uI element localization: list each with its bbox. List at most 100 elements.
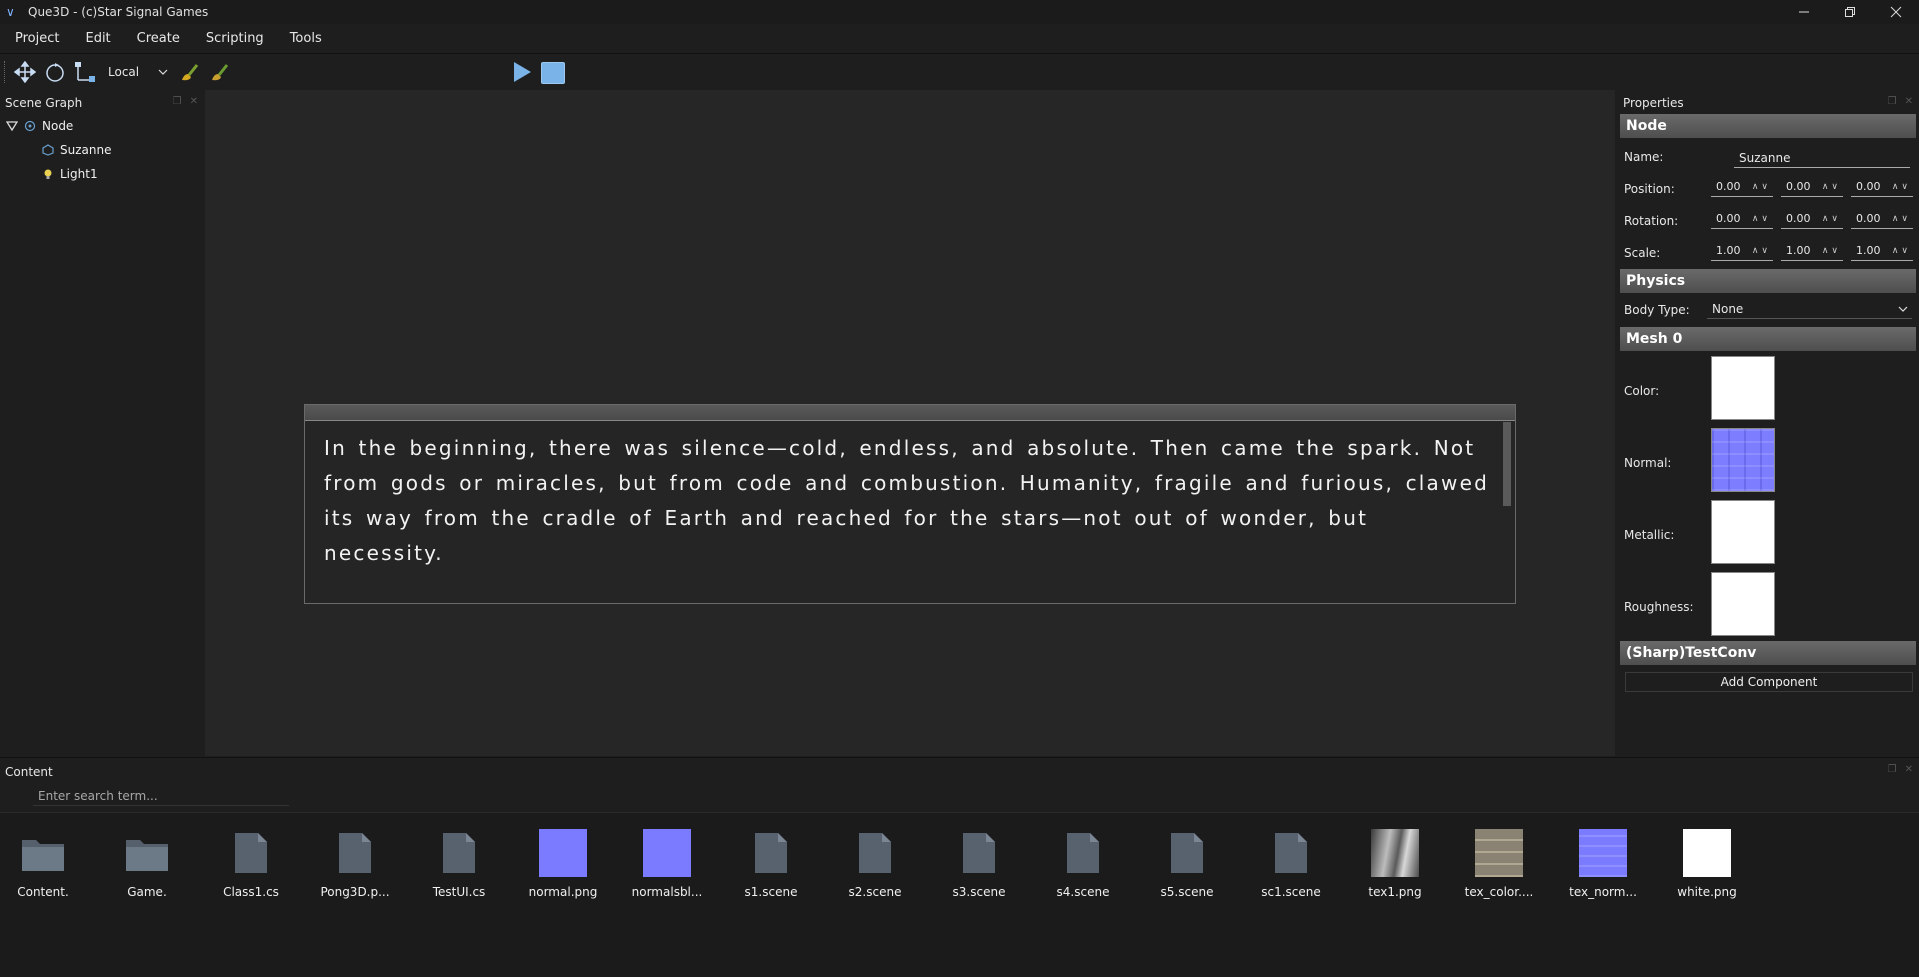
- close-button[interactable]: [1873, 0, 1919, 24]
- paint-tool-button[interactable]: [176, 59, 202, 85]
- spin-arrows-icon[interactable]: ∧∨: [1752, 214, 1773, 224]
- asset-item[interactable]: tex_norm...: [1551, 829, 1655, 909]
- asset-item[interactable]: Class1.cs: [199, 829, 303, 909]
- mesh-icon: [42, 144, 54, 156]
- asset-item[interactable]: tex1.png: [1343, 829, 1447, 909]
- rotation-x-spinbox[interactable]: 0.00 ∧∨: [1711, 209, 1773, 229]
- asset-item[interactable]: Game.: [95, 829, 199, 909]
- rotation-z-spinbox[interactable]: 0.00 ∧∨: [1851, 209, 1913, 229]
- tree-item-label: Light1: [60, 167, 98, 181]
- play-icon: [514, 62, 531, 82]
- menu-scripting[interactable]: Scripting: [197, 24, 281, 54]
- content-search-input[interactable]: Enter search term...: [33, 786, 289, 806]
- tree-item-node[interactable]: Node: [6, 116, 73, 136]
- tree-item-light1[interactable]: Light1: [42, 164, 98, 184]
- mesh-section-header[interactable]: Mesh 0: [1620, 327, 1916, 351]
- stop-button[interactable]: [541, 62, 565, 84]
- scale-y-spinbox[interactable]: 1.00 ∧∨: [1781, 241, 1843, 261]
- tree-item-label: Suzanne: [60, 143, 112, 157]
- physics-section-header[interactable]: Physics: [1620, 269, 1916, 293]
- move-tool-button[interactable]: [12, 59, 38, 85]
- close-icon[interactable]: ✕: [190, 96, 198, 107]
- spin-arrows-icon[interactable]: ∧∨: [1822, 182, 1843, 192]
- asset-label: white.png: [1677, 885, 1737, 899]
- position-y-spinbox[interactable]: 0.00 ∧∨: [1781, 177, 1843, 197]
- script-section-header[interactable]: (Sharp)TestConv: [1620, 641, 1916, 665]
- asset-item[interactable]: s5.scene: [1135, 829, 1239, 909]
- file-icon: [1059, 829, 1107, 877]
- dialog-text-box: In the beginning, there was silence—cold…: [304, 404, 1516, 604]
- position-x-spinbox[interactable]: 0.00 ∧∨: [1711, 177, 1773, 197]
- color-texture-slot[interactable]: [1711, 356, 1775, 420]
- minimize-button[interactable]: [1781, 0, 1827, 24]
- asset-label: Content.: [17, 885, 69, 899]
- roughness-texture-slot[interactable]: [1711, 572, 1775, 636]
- menu-tools[interactable]: Tools: [281, 24, 339, 54]
- asset-item[interactable]: s3.scene: [927, 829, 1031, 909]
- spin-arrows-icon[interactable]: ∧∨: [1822, 246, 1843, 256]
- asset-item[interactable]: tex_color....: [1447, 829, 1551, 909]
- spin-arrows-icon[interactable]: ∧∨: [1892, 214, 1913, 224]
- minimize-icon: [1799, 11, 1809, 13]
- scene-graph-header: Scene Graph: [5, 92, 200, 114]
- spin-arrows-icon[interactable]: ∧∨: [1752, 182, 1773, 192]
- asset-label: s5.scene: [1160, 885, 1214, 899]
- file-icon: [1267, 829, 1315, 877]
- name-field[interactable]: Suzanne: [1734, 148, 1910, 168]
- light-icon: [44, 169, 52, 179]
- asset-label: s4.scene: [1056, 885, 1110, 899]
- asset-item[interactable]: s1.scene: [719, 829, 823, 909]
- rotation-y-spinbox[interactable]: 0.00 ∧∨: [1781, 209, 1843, 229]
- body-type-label: Body Type:: [1624, 303, 1690, 317]
- chevron-down-icon: [158, 69, 168, 75]
- asset-item[interactable]: TestUI.cs: [407, 829, 511, 909]
- scale-z-spinbox[interactable]: 1.00 ∧∨: [1851, 241, 1913, 261]
- metallic-texture-slot[interactable]: [1711, 500, 1775, 564]
- node-section-header[interactable]: Node: [1620, 114, 1916, 138]
- position-z-value: 0.00: [1856, 180, 1881, 193]
- asset-item[interactable]: sc1.scene: [1239, 829, 1343, 909]
- transform-space-select[interactable]: Local: [104, 61, 172, 83]
- spin-arrows-icon[interactable]: ∧∨: [1892, 182, 1913, 192]
- scale-x-spinbox[interactable]: 1.00 ∧∨: [1711, 241, 1773, 261]
- body-type-select[interactable]: None: [1707, 299, 1912, 319]
- window-controls: [1781, 0, 1919, 24]
- asset-item[interactable]: normalsbl...: [615, 829, 719, 909]
- rotate-icon: [46, 63, 64, 82]
- spin-arrows-icon[interactable]: ∧∨: [1752, 246, 1773, 256]
- asset-item[interactable]: s4.scene: [1031, 829, 1135, 909]
- toolbar-grip[interactable]: [4, 61, 8, 83]
- paint-alt-tool-button[interactable]: [206, 59, 232, 85]
- tree-item-suzanne[interactable]: Suzanne: [42, 140, 111, 160]
- name-label: Name:: [1624, 150, 1664, 164]
- asset-item[interactable]: Content.: [0, 829, 95, 909]
- asset-item[interactable]: white.png: [1655, 829, 1759, 909]
- spin-arrows-icon[interactable]: ∧∨: [1892, 246, 1913, 256]
- menu-project[interactable]: Project: [6, 24, 76, 54]
- rotate-tool-button[interactable]: [42, 59, 68, 85]
- scale-tool-button[interactable]: [72, 59, 98, 85]
- float-icon[interactable]: ❐: [1888, 764, 1897, 775]
- normal-texture-slot[interactable]: [1711, 428, 1775, 492]
- spin-arrows-icon[interactable]: ∧∨: [1822, 214, 1843, 224]
- dialog-text-header: [305, 405, 1515, 421]
- asset-item[interactable]: normal.png: [511, 829, 615, 909]
- app-logo-icon: ∨: [6, 5, 15, 19]
- asset-item[interactable]: s2.scene: [823, 829, 927, 909]
- add-component-button[interactable]: Add Component: [1625, 672, 1913, 692]
- menu-edit[interactable]: Edit: [76, 24, 127, 54]
- position-z-spinbox[interactable]: 0.00 ∧∨: [1851, 177, 1913, 197]
- float-icon[interactable]: ❐: [1888, 96, 1897, 107]
- asset-item[interactable]: Pong3D.p...: [303, 829, 407, 909]
- close-icon[interactable]: ✕: [1905, 96, 1913, 107]
- play-button[interactable]: [510, 59, 534, 85]
- asset-label: Game.: [127, 885, 167, 899]
- dialog-scrollbar[interactable]: [1503, 422, 1511, 506]
- close-icon[interactable]: ✕: [1905, 764, 1913, 775]
- restore-button[interactable]: [1827, 0, 1873, 24]
- float-icon[interactable]: ❐: [173, 96, 182, 107]
- menu-create[interactable]: Create: [128, 24, 197, 54]
- asset-label: s3.scene: [952, 885, 1006, 899]
- expand-arrow-icon[interactable]: [6, 120, 18, 132]
- file-icon: [331, 829, 379, 877]
